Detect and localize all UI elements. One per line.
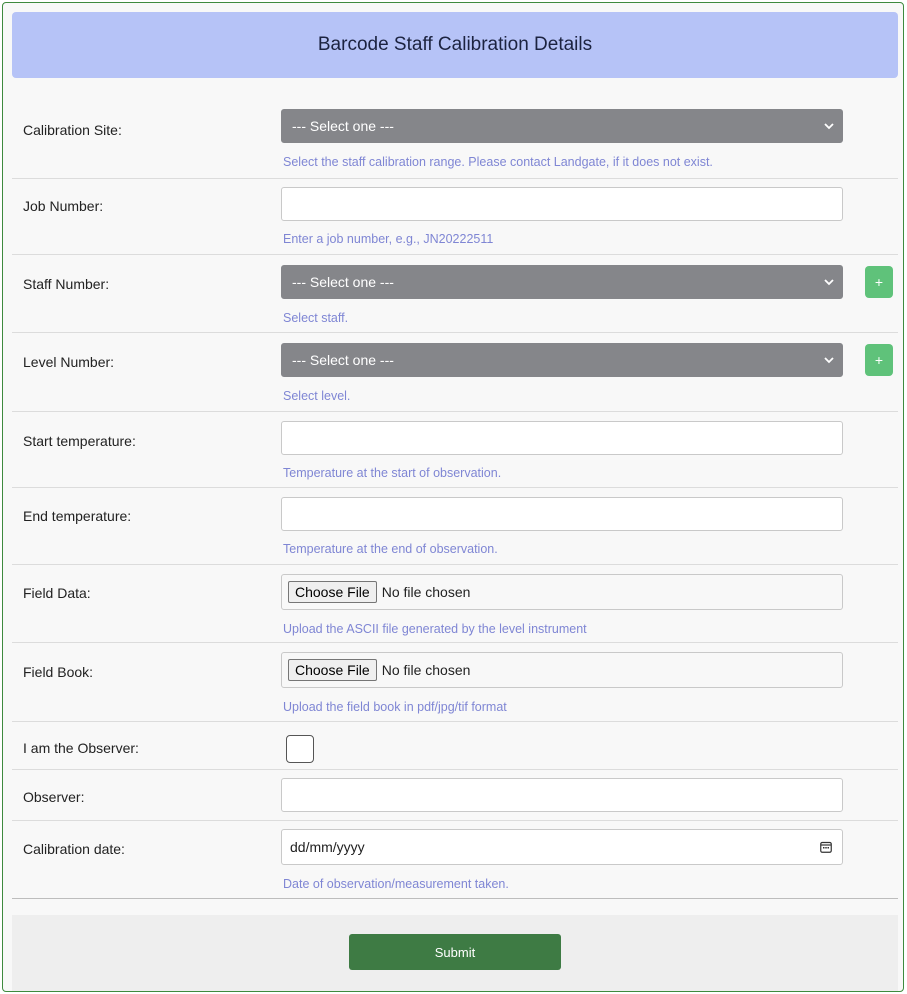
job-number-label: Job Number:: [23, 198, 104, 214]
calibration-site-selected: --- Select one ---: [292, 118, 394, 134]
calibration-date-input[interactable]: dd/mm/yyyy: [281, 829, 843, 865]
staff-number-help: Select staff.: [283, 311, 349, 325]
end-temperature-help: Temperature at the end of observation.: [283, 542, 498, 556]
job-number-input[interactable]: [281, 187, 843, 221]
start-temperature-label: Start temperature:: [23, 433, 136, 449]
staff-number-row: Staff Number: --- Select one --- + Selec…: [12, 255, 898, 333]
page-title: Barcode Staff Calibration Details: [12, 12, 898, 78]
end-temperature-label: End temperature:: [23, 508, 132, 524]
add-level-button[interactable]: +: [865, 344, 893, 376]
level-number-help: Select level.: [283, 389, 351, 403]
calibration-date-help: Date of observation/measurement taken.: [283, 877, 509, 891]
observer-label: Observer:: [23, 789, 85, 805]
level-number-select[interactable]: --- Select one ---: [281, 343, 843, 377]
page-title-text: Barcode Staff Calibration Details: [317, 34, 593, 55]
chevron-down-icon: [824, 123, 834, 130]
form-container: Barcode Staff Calibration Details Calibr…: [2, 2, 904, 992]
calibration-site-select[interactable]: --- Select one ---: [281, 109, 843, 143]
calibration-date-placeholder: dd/mm/yyyy: [290, 839, 365, 855]
staff-number-select[interactable]: --- Select one ---: [281, 265, 843, 299]
job-number-row: Job Number: Enter a job number, e.g., JN…: [12, 179, 898, 255]
observer-checkbox-label: I am the Observer:: [23, 740, 139, 756]
observer-checkbox[interactable]: [286, 735, 314, 763]
field-data-help: Upload the ASCII file generated by the l…: [283, 622, 587, 636]
calendar-icon[interactable]: [820, 841, 832, 853]
field-book-file-input[interactable]: Choose File No file chosen: [281, 652, 843, 688]
calibration-date-label: Calibration date:: [23, 841, 125, 857]
field-book-choose-file-button[interactable]: Choose File: [288, 659, 377, 681]
level-number-row: Level Number: --- Select one --- + Selec…: [12, 333, 898, 412]
field-data-row: Field Data: Choose File No file chosen U…: [12, 565, 898, 643]
observer-checkbox-row: I am the Observer:: [12, 722, 898, 770]
end-temperature-row: End temperature: Temperature at the end …: [12, 488, 898, 565]
submit-button[interactable]: Submit: [349, 934, 561, 970]
calibration-site-label: Calibration Site:: [23, 122, 122, 138]
form-footer: Submit: [12, 915, 898, 991]
field-data-choose-file-button[interactable]: Choose File: [288, 581, 377, 603]
calibration-date-row: Calibration date: dd/mm/yyyy Date of obs…: [12, 821, 898, 899]
chevron-down-icon: [824, 357, 834, 364]
field-book-label: Field Book:: [23, 664, 94, 680]
staff-number-selected: --- Select one ---: [292, 274, 394, 290]
end-temperature-input[interactable]: [281, 497, 843, 531]
field-book-row: Field Book: Choose File No file chosen U…: [12, 643, 898, 722]
field-book-help: Upload the field book in pdf/jpg/tif for…: [283, 700, 507, 714]
calibration-site-row: Calibration Site: --- Select one --- Sel…: [12, 99, 898, 179]
level-number-selected: --- Select one ---: [292, 352, 394, 368]
start-temperature-input[interactable]: [281, 421, 843, 455]
add-staff-button[interactable]: +: [865, 266, 893, 298]
field-data-file-input[interactable]: Choose File No file chosen: [281, 574, 843, 610]
calibration-site-help: Select the staff calibration range. Plea…: [283, 155, 713, 169]
observer-row: Observer:: [12, 770, 898, 821]
field-book-file-status: No file chosen: [381, 662, 471, 678]
chevron-down-icon: [824, 279, 834, 286]
level-number-label: Level Number:: [23, 354, 115, 370]
observer-input[interactable]: [281, 778, 843, 812]
field-data-label: Field Data:: [23, 585, 91, 601]
start-temperature-row: Start temperature: Temperature at the st…: [12, 412, 898, 488]
staff-number-label: Staff Number:: [23, 276, 110, 292]
job-number-help: Enter a job number, e.g., JN20222511: [283, 232, 494, 246]
field-data-file-status: No file chosen: [381, 584, 471, 600]
start-temperature-help: Temperature at the start of observation.: [283, 466, 502, 480]
